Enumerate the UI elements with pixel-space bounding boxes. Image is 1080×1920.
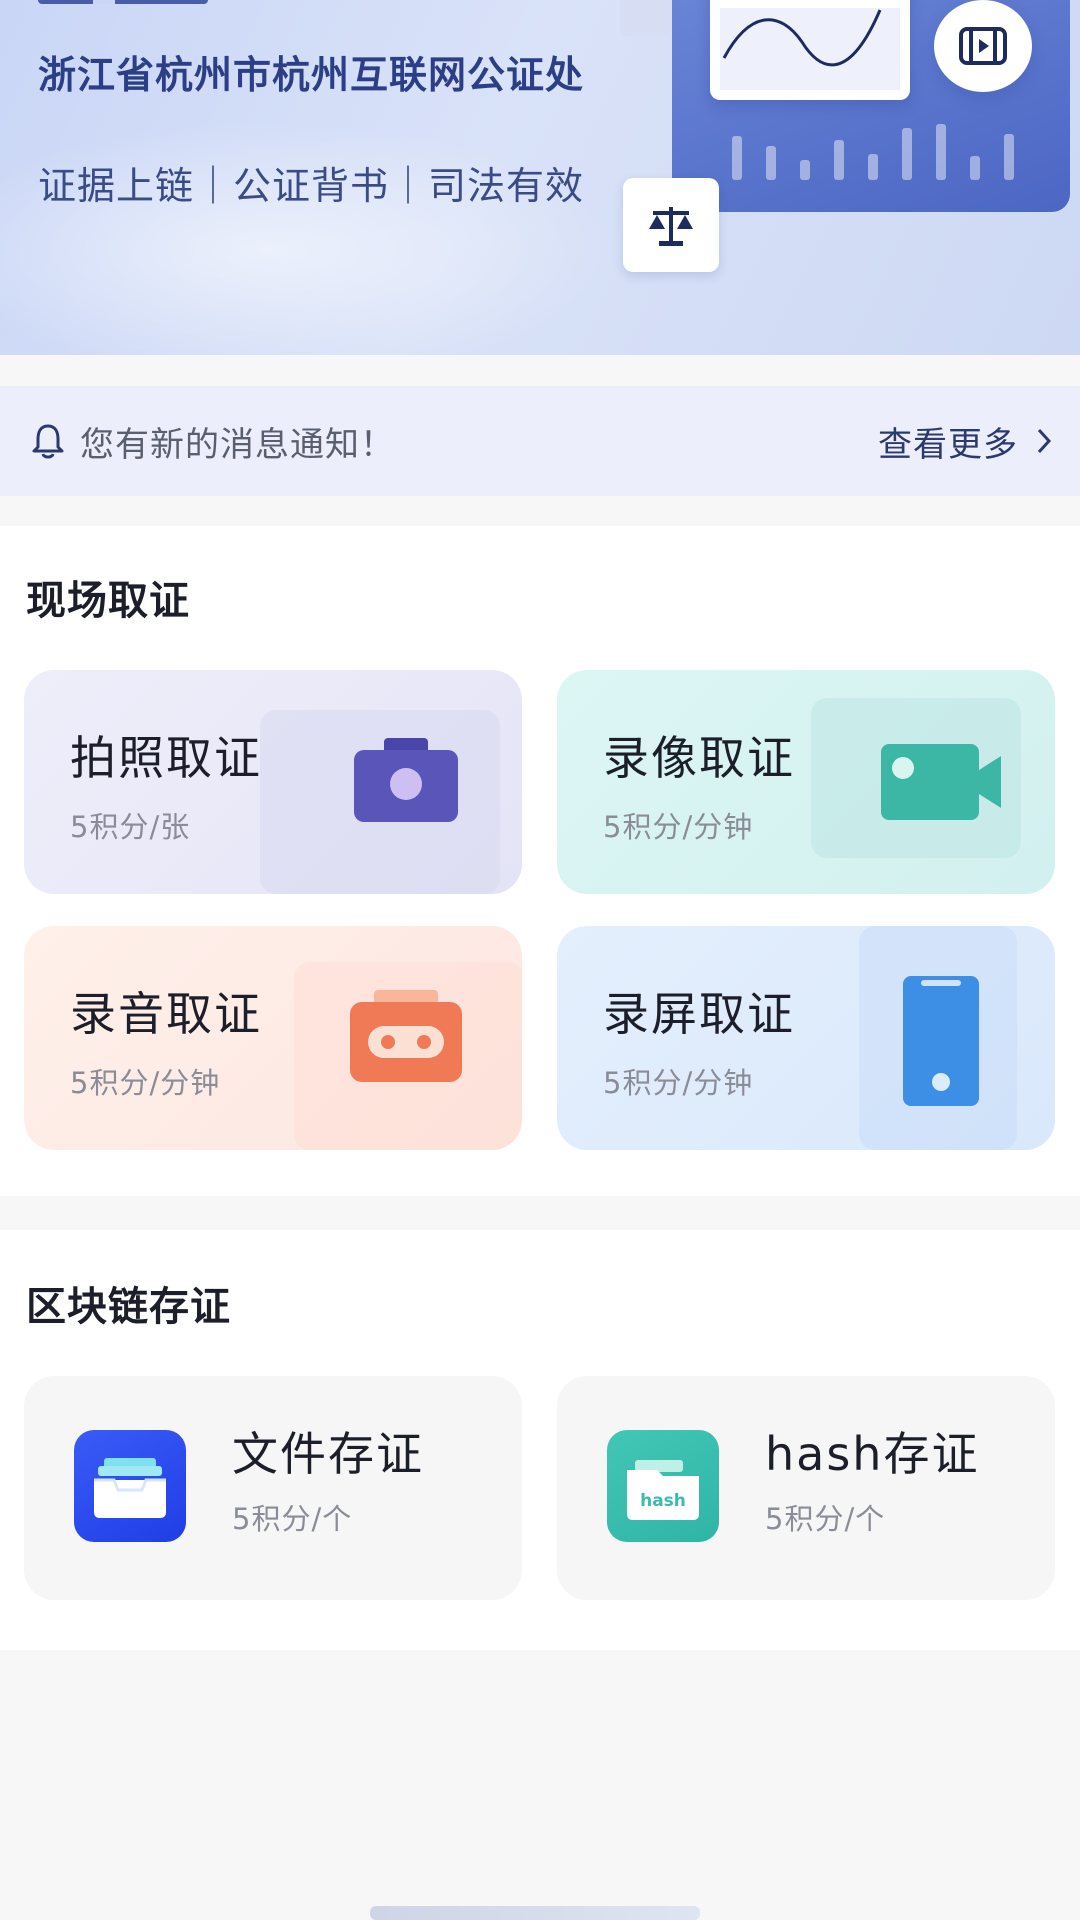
hash-folder-icon: hash (627, 1460, 699, 1520)
video-camera-icon (881, 744, 1001, 820)
video-icon (959, 27, 1007, 65)
file-tray-badge (74, 1430, 186, 1542)
file-tray-icon (94, 1458, 166, 1518)
notice-text: 您有新的消息通知！ (80, 424, 395, 465)
scale-icon (649, 207, 693, 246)
card-title: 录屏取证 (603, 987, 795, 1041)
app-page: 浙江省杭州市杭州互联网公证处 证据上链｜公证背书｜司法有效 您有新的消息通知！ … (0, 0, 1080, 1920)
banner-title-fragment (38, 0, 208, 4)
onsite-evidence-section: 现场取证 拍照取证 5积分/张 录像取证 5积分/分钟 录音取证 5积分/分钟 … (0, 526, 1080, 1196)
screen-record-evidence-card[interactable]: 录屏取证 5积分/分钟 (557, 926, 1055, 1150)
line-chart-card (710, 0, 910, 100)
camera-icon (354, 738, 458, 822)
view-more-link[interactable]: 查看更多 (878, 417, 1052, 466)
section-title-blockchain: 区块链存证 (26, 1284, 231, 1330)
card-price: 5积分/分钟 (603, 810, 754, 844)
banner-decor-block (620, 0, 672, 36)
banner-slogan: 证据上链｜公证背书｜司法有效 (38, 164, 585, 208)
top-banner[interactable]: 浙江省杭州市杭州互联网公证处 证据上链｜公证背书｜司法有效 (0, 0, 1080, 355)
card-title: hash存证 (765, 1427, 980, 1481)
view-more-label: 查看更多 (878, 424, 1018, 465)
hash-evidence-card[interactable]: hash hash存证 5积分/个 (557, 1376, 1055, 1600)
card-price: 5积分/分钟 (603, 1066, 754, 1100)
scale-badge (623, 178, 719, 272)
decor-bars (732, 120, 1032, 180)
bottom-cutoff-text (370, 1906, 700, 1920)
card-price: 5积分/张 (70, 810, 191, 844)
card-title: 文件存证 (232, 1427, 424, 1481)
card-title: 拍照取证 (70, 731, 262, 785)
video-evidence-card[interactable]: 录像取证 5积分/分钟 (557, 670, 1055, 894)
card-price: 5积分/个 (765, 1502, 886, 1536)
card-title: 录像取证 (603, 731, 795, 785)
section-title-onsite: 现场取证 (26, 578, 190, 624)
card-title: 录音取证 (70, 987, 262, 1041)
phone-icon (903, 976, 979, 1106)
notary-office-name: 浙江省杭州市杭州互联网公证处 (38, 53, 585, 97)
card-price: 5积分/分钟 (70, 1066, 221, 1100)
file-evidence-card[interactable]: 文件存证 5积分/个 (24, 1376, 522, 1600)
blockchain-evidence-section: 区块链存证 文件存证 5积分/个 hash hash存证 5积分/个 (0, 1230, 1080, 1650)
line-chart-icon (720, 8, 900, 90)
cassette-icon (350, 990, 462, 1082)
hash-folder-badge: hash (607, 1430, 719, 1542)
hash-folder-label: hash (640, 1491, 686, 1511)
photo-evidence-card[interactable]: 拍照取证 5积分/张 (24, 670, 522, 894)
message-notice-bar[interactable]: 您有新的消息通知！ 查看更多 (0, 386, 1080, 496)
video-badge (934, 0, 1032, 92)
chevron-right-icon (1037, 428, 1052, 454)
card-price: 5积分/个 (232, 1502, 353, 1536)
bell-icon (32, 424, 64, 459)
audio-evidence-card[interactable]: 录音取证 5积分/分钟 (24, 926, 522, 1150)
